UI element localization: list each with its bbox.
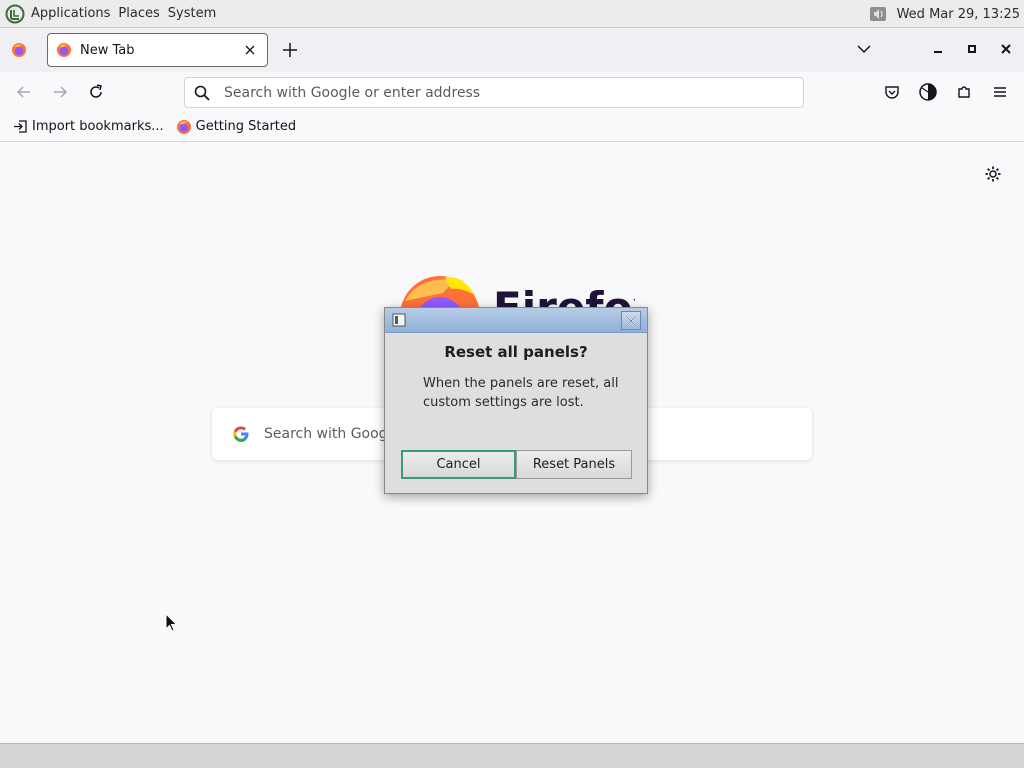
- pocket-button[interactable]: [882, 82, 902, 102]
- bookmarks-toolbar: Import bookmarks... Getting Started: [0, 112, 1024, 142]
- window-icon: [392, 313, 406, 327]
- forward-arrow-icon: [54, 86, 68, 98]
- bottom-panel: [0, 743, 1024, 768]
- close-tab-icon[interactable]: [241, 41, 259, 59]
- dialog-titlebar[interactable]: [385, 308, 647, 333]
- tab-new-tab[interactable]: New Tab: [47, 33, 268, 67]
- clock[interactable]: Wed Mar 29, 13:25: [897, 7, 1020, 22]
- minimize-button[interactable]: [929, 40, 947, 58]
- top-panel: Applications Places System Wed Mar 29, 1…: [0, 0, 1024, 28]
- os-logo-icon[interactable]: [5, 4, 25, 24]
- dialog-close-button[interactable]: [621, 311, 641, 330]
- firefox-icon: [176, 119, 191, 134]
- bookmark-import-label: Import bookmarks...: [32, 119, 164, 134]
- menu-button[interactable]: [990, 82, 1010, 102]
- dialog-message: When the panels are reset, all custom se…: [423, 376, 619, 410]
- system-menu[interactable]: System: [168, 6, 216, 21]
- back-arrow-icon: [16, 86, 30, 98]
- list-all-tabs-icon[interactable]: [855, 40, 873, 58]
- import-icon: [14, 120, 27, 133]
- bookmark-getting-started-label: Getting Started: [195, 119, 297, 134]
- gear-icon[interactable]: [984, 165, 1002, 183]
- forward-button[interactable]: [50, 82, 70, 102]
- firefox-icon: [57, 43, 71, 57]
- new-tab-icon[interactable]: [280, 40, 300, 60]
- account-button[interactable]: [918, 82, 938, 102]
- tab-title: New Tab: [80, 42, 135, 58]
- search-icon: [194, 85, 210, 101]
- puzzle-icon: [958, 86, 970, 98]
- google-icon: [233, 426, 249, 442]
- maximize-button[interactable]: [963, 40, 981, 58]
- close-window-button[interactable]: [997, 40, 1015, 58]
- mouse-cursor-icon: [165, 613, 178, 632]
- dialog-heading: Reset all panels?: [444, 343, 588, 361]
- bookmark-getting-started[interactable]: Getting Started: [176, 119, 297, 135]
- firefox-view-icon[interactable]: [11, 42, 27, 58]
- places-menu[interactable]: Places: [118, 6, 159, 21]
- url-input[interactable]: Search with Google or enter address: [224, 85, 480, 101]
- back-button[interactable]: [14, 82, 34, 102]
- reload-icon: [90, 84, 102, 98]
- pocket-icon: [885, 86, 899, 99]
- close-icon: [625, 315, 637, 326]
- reset-panels-dialog: Reset all panels? When the panels are re…: [384, 307, 648, 494]
- reset-panels-button[interactable]: Reset Panels: [516, 450, 632, 479]
- cancel-button[interactable]: Cancel: [401, 450, 516, 479]
- tab-strip: New Tab: [0, 28, 1024, 72]
- url-bar[interactable]: Search with Google or enter address: [184, 77, 804, 108]
- extensions-button[interactable]: [954, 82, 974, 102]
- hamburger-icon: [994, 87, 1006, 97]
- bookmark-import[interactable]: Import bookmarks...: [13, 119, 164, 134]
- applications-menu[interactable]: Applications: [31, 6, 110, 21]
- account-icon: [919, 83, 937, 101]
- reload-button[interactable]: [86, 82, 106, 102]
- volume-icon[interactable]: [867, 4, 889, 24]
- nav-bar: Search with Google or enter address: [0, 72, 1024, 112]
